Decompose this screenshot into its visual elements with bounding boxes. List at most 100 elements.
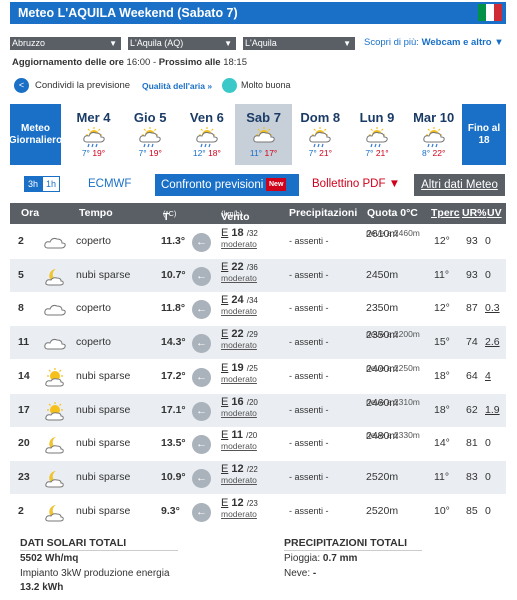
row-wind: E 22 / 29 moderato bbox=[221, 328, 258, 351]
day-1[interactable]: Gio 5 7° 19° bbox=[122, 104, 179, 165]
row-uv: 0 bbox=[485, 504, 491, 517]
chevron-down-icon: ▼ bbox=[109, 39, 117, 48]
row-weather: coperto bbox=[76, 302, 112, 315]
col-vento: Vento (km/h) bbox=[221, 209, 250, 223]
row-hour: 5 bbox=[18, 268, 24, 281]
row-quota: 2610m neve a 2460m bbox=[366, 228, 420, 240]
table-header: Ora Tempo T (°C) Vento (km/h) Precipitaz… bbox=[10, 203, 506, 224]
bulletin-pdf-link[interactable]: Bollettino PDF ▼ bbox=[312, 178, 400, 190]
day-5[interactable]: Lun 9 7° 21° bbox=[349, 104, 406, 165]
row-tperc: 12° bbox=[434, 235, 450, 247]
rain-sun-icon bbox=[178, 126, 235, 148]
row-quota: 2400m neve a 2250m bbox=[366, 362, 420, 375]
row-temp: 13.5° bbox=[161, 437, 186, 450]
sun-cloud-icon bbox=[42, 401, 68, 426]
table-row: 8 coperto 11.8° ← E 24 / 34 moderato - assenti… bbox=[10, 292, 506, 325]
share-link[interactable]: Condividi la previsione bbox=[35, 80, 130, 91]
sun-cloud-icon bbox=[42, 367, 68, 392]
row-weather: nubi sparse bbox=[76, 403, 131, 416]
tab-row: 3h 1h ECMWF Confronto previsioni New Boll… bbox=[10, 174, 506, 198]
row-ur: 93 bbox=[466, 268, 478, 281]
row-ur: 62 bbox=[466, 403, 478, 416]
italy-flag-icon bbox=[478, 4, 502, 21]
day-temps: 7° 21° bbox=[365, 148, 389, 158]
day-temps: 8° 22° bbox=[422, 148, 446, 158]
col-ur[interactable]: UR% bbox=[462, 207, 487, 219]
col-tempo: Tempo bbox=[79, 207, 113, 219]
row-wind: E 11 / 20 moderato bbox=[221, 429, 258, 452]
day-name: Gio 5 bbox=[133, 110, 167, 125]
prec-title: PRECIPITAZIONI TOTALI bbox=[284, 537, 422, 551]
moon-cloud-icon bbox=[42, 468, 68, 493]
province-select[interactable]: L'Aquila (AQ) ▼ bbox=[128, 37, 236, 50]
col-quota: Quota 0°C bbox=[367, 207, 418, 219]
rain-sun-icon bbox=[292, 126, 349, 148]
row-uv: 1.9 bbox=[485, 403, 500, 416]
row-precip: - assenti - bbox=[289, 438, 329, 449]
row-tperc: 18° bbox=[434, 403, 450, 416]
wind-arrow-icon: ← bbox=[192, 266, 211, 286]
day-4[interactable]: Dom 8 7° 21° bbox=[292, 104, 349, 165]
cloud-sun-icon bbox=[235, 126, 292, 148]
air-quality-link[interactable]: Qualità dell'aria » bbox=[142, 81, 212, 91]
row-weather: nubi sparse bbox=[76, 504, 131, 517]
row-precip: - assenti - bbox=[289, 236, 329, 246]
row-ur: 81 bbox=[466, 437, 478, 450]
day-name: Lun 9 bbox=[359, 110, 395, 125]
share-icon[interactable]: < bbox=[14, 78, 29, 93]
row-uv: 0 bbox=[485, 268, 491, 281]
col-tperc[interactable]: Tperc bbox=[431, 207, 460, 219]
neve-line: Neve: - bbox=[284, 568, 317, 579]
tab-3h[interactable]: 3h bbox=[24, 176, 42, 192]
wind-arrow-icon: ← bbox=[192, 367, 211, 387]
day-temps: 7° 21° bbox=[308, 148, 332, 158]
row-temp: 9.3° bbox=[161, 504, 180, 517]
air-quality-dot-icon bbox=[222, 78, 237, 93]
day-name: Dom 8 bbox=[300, 110, 341, 125]
daily-forecast-button[interactable]: Meteo Giornaliero bbox=[9, 104, 62, 165]
rain-sun-icon bbox=[405, 126, 462, 148]
solar-title: DATI SOLARI TOTALI bbox=[20, 537, 178, 551]
table-row: 2 coperto 11.3° ← E 18 / 32 moderato - assenti… bbox=[10, 225, 506, 258]
row-uv: 0.3 bbox=[485, 302, 500, 315]
row-weather: nubi sparse bbox=[76, 437, 131, 450]
moon-cloud-icon bbox=[42, 266, 68, 291]
footer-totals: DATI SOLARI TOTALI 5502 Wh/mq Impianto 3… bbox=[10, 533, 506, 600]
row-temp: 10.7° bbox=[161, 268, 186, 281]
row-precip: - assenti - bbox=[289, 471, 329, 482]
city-select[interactable]: L'Aquila ▼ bbox=[243, 37, 355, 50]
row-ur: 85 bbox=[466, 504, 478, 517]
row-temp: 10.9° bbox=[161, 470, 186, 483]
day-6[interactable]: Mar 10 8° 22° bbox=[405, 104, 462, 165]
chevron-down-icon: ▼ bbox=[494, 37, 504, 48]
row-ur: 64 bbox=[466, 369, 478, 382]
ecmwf-link[interactable]: ECMWF bbox=[88, 178, 131, 190]
tab-1h[interactable]: 1h bbox=[42, 176, 60, 192]
row-uv: 0 bbox=[485, 470, 491, 483]
pioggia-line: Pioggia: 0.7 mm bbox=[284, 553, 358, 564]
wind-arrow-icon: ← bbox=[192, 401, 211, 421]
row-weather: nubi sparse bbox=[76, 369, 131, 382]
day-2[interactable]: Ven 6 12° 18° bbox=[178, 104, 235, 165]
row-hour: 20 bbox=[18, 437, 30, 450]
rain-sun-icon bbox=[65, 126, 122, 148]
solar-value: 5502 Wh/mq bbox=[20, 553, 79, 564]
day-0[interactable]: Mer 4 7° 19° bbox=[65, 104, 122, 165]
row-quota: 2460m neve a 2310m bbox=[366, 396, 420, 409]
row-precip: - assenti - bbox=[289, 404, 329, 415]
compare-forecasts-button[interactable]: Confronto previsioni New bbox=[155, 174, 299, 196]
wind-arrow-icon: ← bbox=[192, 334, 211, 354]
rain-sun-icon bbox=[349, 126, 406, 148]
cloud-icon bbox=[42, 299, 68, 324]
col-prec: Precipitazioni bbox=[289, 207, 358, 219]
row-temp: 17.1° bbox=[161, 403, 186, 416]
row-tperc: 14° bbox=[434, 437, 450, 450]
day-3[interactable]: Sab 7 11° 17° bbox=[235, 104, 293, 165]
col-uv[interactable]: UV bbox=[487, 207, 502, 219]
row-wind: E 24 / 34 moderato bbox=[221, 294, 258, 317]
more-data-button[interactable]: Altri dati Meteo bbox=[414, 174, 505, 196]
scopri-link[interactable]: Scopri di più: Webcam e altro ▼ bbox=[364, 37, 504, 48]
until-18-button[interactable]: Fino al 18 bbox=[462, 104, 506, 165]
row-ur: 93 bbox=[466, 235, 478, 247]
region-select[interactable]: Abruzzo ▼ bbox=[10, 37, 121, 50]
